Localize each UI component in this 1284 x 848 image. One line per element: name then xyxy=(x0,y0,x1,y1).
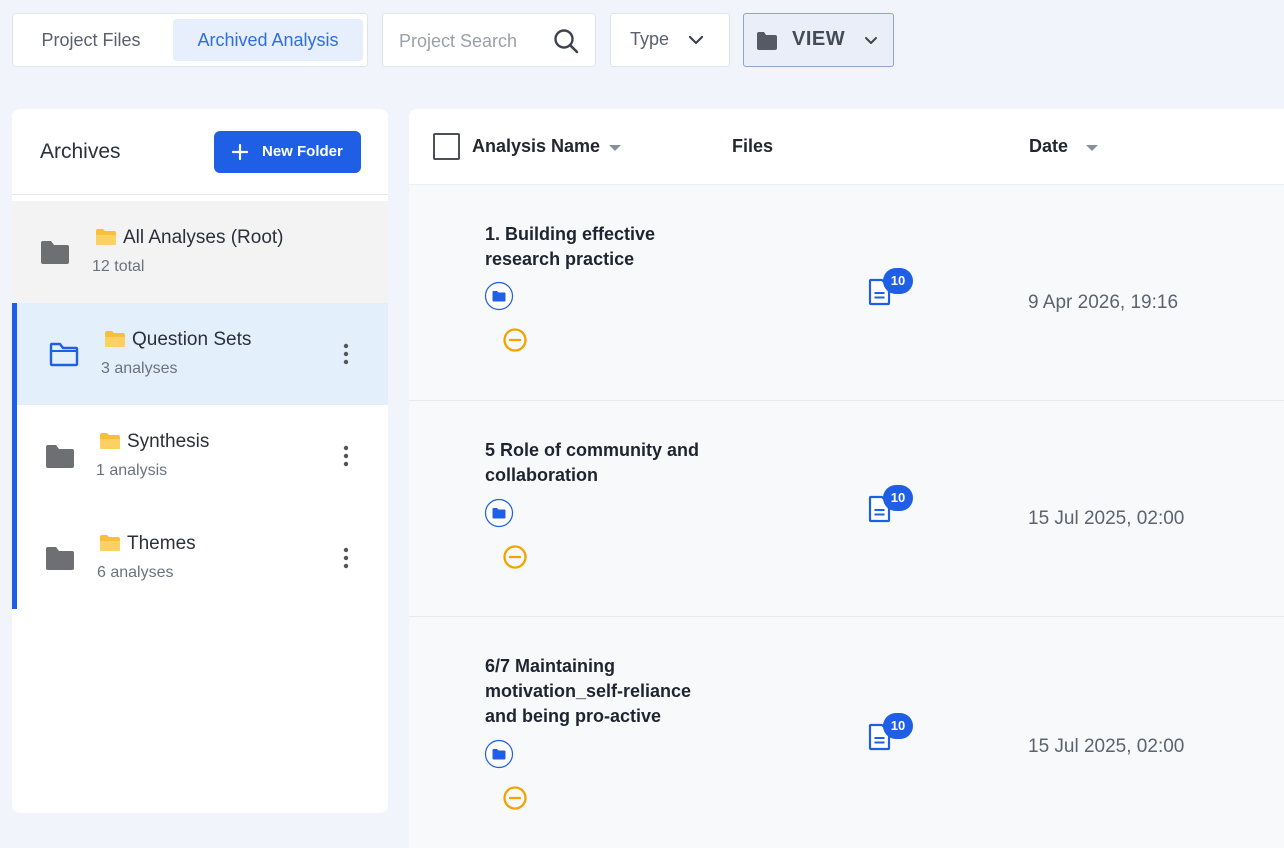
type-filter-dropdown[interactable]: Type xyxy=(610,13,730,67)
folder-name: Synthesis xyxy=(127,431,210,452)
folder-open-icon xyxy=(49,342,79,367)
column-header-name[interactable]: Analysis Name xyxy=(472,136,600,157)
minus-circle-icon[interactable] xyxy=(502,544,528,570)
sidebar-item-synthesis[interactable]: Synthesis 1 analysis xyxy=(12,405,388,507)
sidebar-item-all-analyses[interactable]: All Analyses (Root) 12 total xyxy=(12,201,388,303)
analysis-date: 9 Apr 2026, 19:16 xyxy=(1028,292,1179,313)
tab-archived-analysis[interactable]: Archived Analysis xyxy=(173,19,363,61)
folder-count: 12 total xyxy=(92,258,145,275)
folder-count: 6 analyses xyxy=(97,564,174,581)
more-options-icon[interactable] xyxy=(338,444,354,468)
sidebar-item-themes[interactable]: Themes 6 analyses xyxy=(12,507,388,609)
minus-circle-icon[interactable] xyxy=(502,327,528,353)
analysis-name: 5 Role of community and collaboration xyxy=(485,440,700,485)
search-input[interactable] xyxy=(399,26,549,56)
analysis-date: 15 Jul 2025, 02:00 xyxy=(1028,508,1185,529)
folder-icon xyxy=(46,547,74,570)
table-row[interactable]: 1. Building effective research practice … xyxy=(409,185,1284,401)
type-filter-label: Type xyxy=(630,29,670,49)
folder-tag-icon[interactable] xyxy=(484,739,514,769)
analysis-name: 6/7 Maintaining motivation_self-reliance… xyxy=(485,656,692,726)
folder-icon xyxy=(41,241,69,264)
sidebar-header: Archives New Folder xyxy=(12,109,388,195)
table-header: Analysis Name Files Date xyxy=(409,109,1284,185)
analysis-date: 15 Jul 2025, 02:00 xyxy=(1028,736,1185,757)
analysis-table: Analysis Name Files Date 1. Building eff… xyxy=(409,109,1284,848)
minus-circle-icon[interactable] xyxy=(502,785,528,811)
more-options-icon[interactable] xyxy=(338,342,354,366)
view-tabs: Project Files Archived Analysis xyxy=(12,13,368,67)
view-button-label: VIEW xyxy=(792,28,846,50)
chevron-down-icon xyxy=(688,35,704,45)
column-header-files: Files xyxy=(732,136,774,156)
folder-yellow-icon xyxy=(96,229,116,245)
sidebar-item-question-sets[interactable]: Question Sets 3 analyses xyxy=(12,303,388,405)
file-count-badge: 10 xyxy=(883,713,913,739)
search-box xyxy=(382,13,596,67)
select-all-checkbox[interactable] xyxy=(433,133,460,160)
more-options-icon[interactable] xyxy=(338,546,354,570)
folder-icon xyxy=(757,32,777,50)
sort-down-icon[interactable] xyxy=(1085,143,1099,153)
archives-sidebar: Archives New Folder All Analyses (Root) … xyxy=(12,109,388,813)
search-icon[interactable] xyxy=(553,28,579,54)
chevron-down-icon xyxy=(865,37,877,44)
table-row[interactable]: 6/7 Maintaining motivation_self-reliance… xyxy=(409,617,1284,848)
folder-count: 3 analyses xyxy=(101,360,178,377)
tab-project-files[interactable]: Project Files xyxy=(21,19,161,61)
folder-tag-icon[interactable] xyxy=(484,281,514,311)
plus-icon xyxy=(231,143,249,161)
folder-yellow-icon xyxy=(100,535,120,551)
table-row[interactable]: 5 Role of community and collaboration 10… xyxy=(409,401,1284,617)
folder-yellow-icon xyxy=(100,433,120,449)
sidebar-title: Archives xyxy=(40,140,121,163)
folder-name: Themes xyxy=(127,533,196,554)
column-header-date[interactable]: Date xyxy=(1029,136,1068,157)
folder-yellow-icon xyxy=(105,331,125,347)
view-dropdown-button[interactable]: VIEW xyxy=(743,13,894,67)
file-count-badge: 10 xyxy=(883,268,913,294)
new-folder-label: New Folder xyxy=(262,143,343,160)
sort-down-icon[interactable] xyxy=(608,143,622,153)
folder-icon xyxy=(46,445,74,468)
folder-tag-icon[interactable] xyxy=(484,498,514,528)
folder-name: Question Sets xyxy=(132,329,252,350)
new-folder-button[interactable]: New Folder xyxy=(214,131,361,173)
file-count-badge: 10 xyxy=(883,485,913,511)
folder-name: All Analyses (Root) xyxy=(123,227,284,248)
analysis-name: 1. Building effective research practice xyxy=(485,224,656,269)
folder-count: 1 analysis xyxy=(96,462,168,479)
